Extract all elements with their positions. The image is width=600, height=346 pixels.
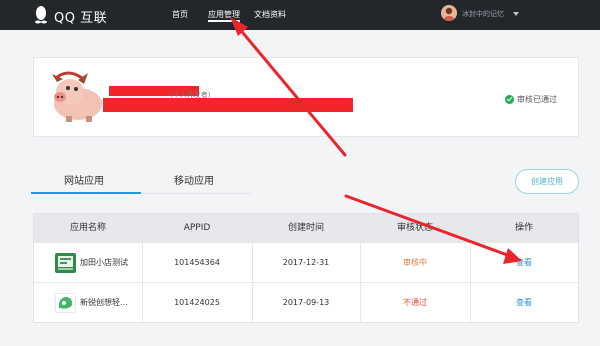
col-header-app-name: 应用名称 — [69, 223, 106, 233]
tab-mobile-apps[interactable]: 移动应用 — [174, 172, 214, 187]
caret-down-icon[interactable] — [513, 12, 519, 16]
tab-active-indicator — [31, 192, 141, 194]
review-status: 审核已通过 — [505, 94, 557, 105]
col-header-appid: APPID — [183, 223, 211, 233]
nav-home[interactable]: 首页 — [172, 9, 188, 20]
create-app-button[interactable]: 创建应用 — [515, 169, 579, 194]
app-icon — [55, 293, 76, 313]
app-table: 应用名称 APPID 创建时间 审核状态 操作 加田小店测试 101454364… — [33, 213, 579, 323]
col-header-created: 创建时间 — [287, 223, 324, 233]
table-row: 新锐创想轻... 101424025 2017-09-13 不通过 查看 — [34, 282, 578, 322]
appid-cell: 101454364 — [174, 258, 220, 267]
created-date-cell: 2017-09-13 — [282, 298, 330, 307]
table-header: 应用名称 APPID 创建时间 审核状态 操作 — [34, 214, 578, 242]
user-name[interactable]: 冰封中的记忆 — [462, 9, 504, 19]
nav-documents[interactable]: 文档资料 — [254, 9, 286, 20]
app-name: 加田小店测试 — [80, 258, 128, 267]
tab-website-apps[interactable]: 网站应用 — [64, 172, 104, 187]
appid-cell: 101424025 — [174, 298, 220, 307]
nav-app-management[interactable]: 应用管理 — [208, 9, 240, 22]
col-header-status: 审核状态 — [396, 223, 433, 233]
created-date-cell: 2017-12-31 — [282, 258, 330, 267]
top-navbar: QQ 互联 首页 应用管理 文档资料 冰封中的记忆 — [0, 0, 600, 30]
table-row: 加田小店测试 101454364 2017-12-31 审核中 查看 — [34, 242, 578, 282]
view-link[interactable]: 查看 — [470, 283, 578, 323]
tab-divider — [141, 193, 251, 194]
user-avatar-icon[interactable] — [441, 5, 457, 21]
redaction-mark — [103, 98, 353, 112]
brand-name[interactable]: QQ 互联 — [54, 7, 107, 26]
developer-avatar — [52, 71, 102, 122]
developer-profile-card: (个人开发者) 审核已通过 — [33, 57, 579, 137]
app-icon — [55, 253, 76, 273]
status-cell: 不通过 — [403, 298, 427, 307]
col-header-actions: 操作 — [514, 223, 533, 233]
view-link[interactable]: 查看 — [470, 243, 578, 283]
app-name: 新锐创想轻... — [80, 298, 128, 307]
review-status-text: 审核已通过 — [517, 95, 557, 104]
qq-penguin-icon[interactable] — [34, 5, 48, 24]
check-circle-icon — [505, 95, 514, 104]
status-cell: 审核中 — [403, 258, 427, 267]
